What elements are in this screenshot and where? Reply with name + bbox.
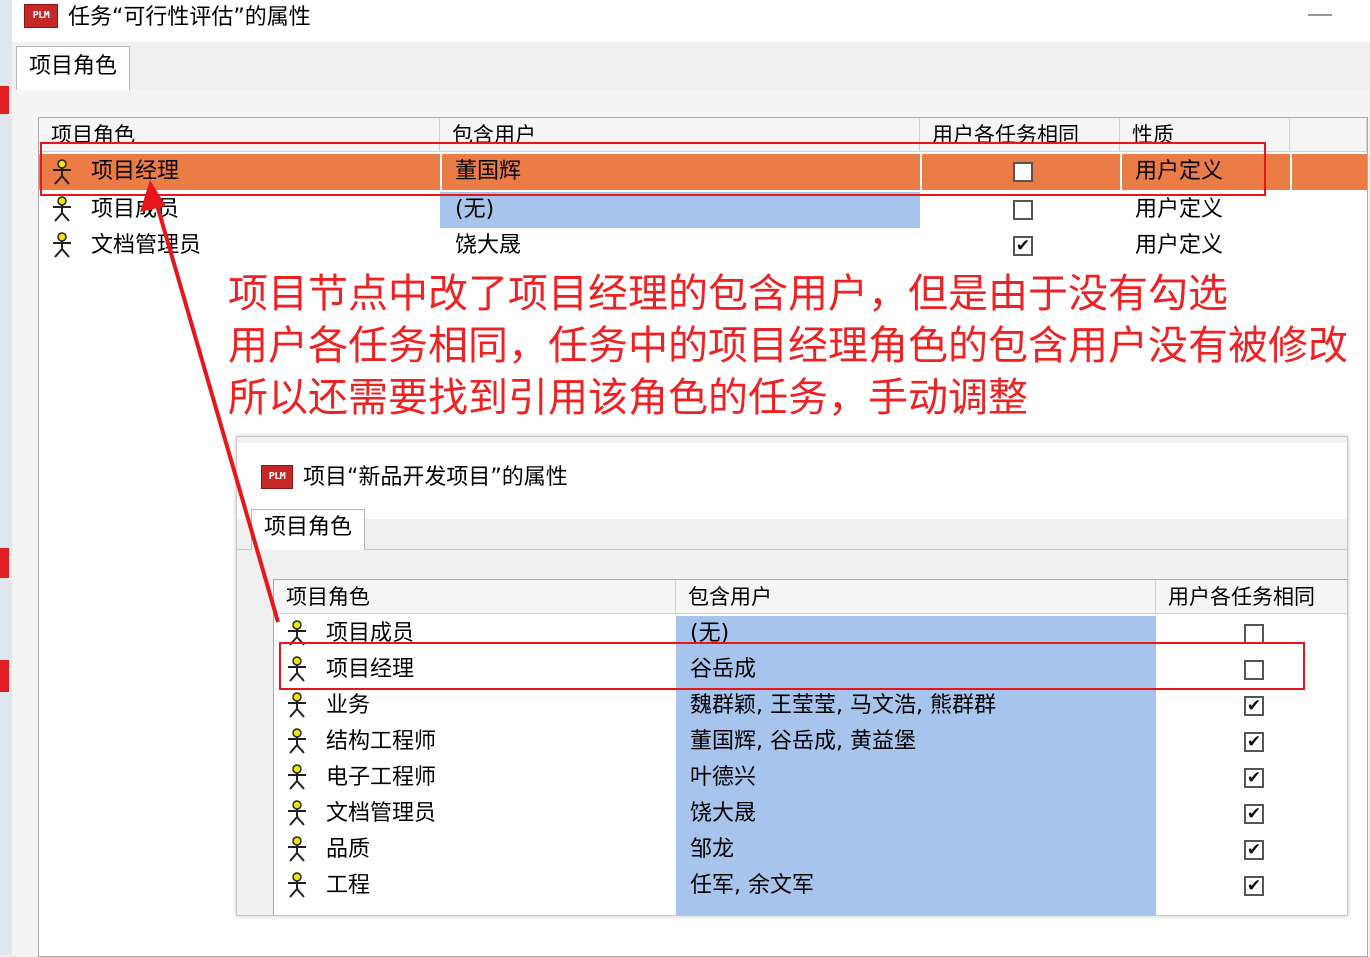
roles-table: 项目角色 包含用户 用户各任务相同 项目成员 (无) 项目经理 谷岳成 业务 魏… bbox=[273, 579, 1347, 915]
same-for-tasks-checkbox[interactable]: ✔ bbox=[1244, 696, 1264, 716]
highlight-box bbox=[279, 642, 1305, 690]
role-users: 董国辉, 谷岳成, 黄益堡 bbox=[690, 729, 916, 754]
annotation-line: 项目节点中改了项目经理的包含用户，但是由于没有勾选 bbox=[228, 271, 1228, 317]
person-icon bbox=[288, 836, 306, 862]
red-marker bbox=[0, 660, 9, 692]
plm-logo-icon: PLM bbox=[24, 4, 58, 28]
same-for-tasks-checkbox[interactable] bbox=[1244, 624, 1264, 644]
annotation-line: 用户各任务相同，任务中的项目经理角色的包含用户没有被修改 bbox=[228, 323, 1348, 369]
tab-bar bbox=[237, 519, 1347, 550]
person-icon bbox=[288, 728, 306, 754]
role-name: 文档管理员 bbox=[91, 233, 202, 258]
role-users: (无) bbox=[455, 197, 495, 222]
role-nature: 用户定义 bbox=[1135, 233, 1224, 258]
role-name: 工程 bbox=[326, 873, 371, 898]
tab-project-roles[interactable]: 项目角色 bbox=[16, 46, 131, 91]
same-for-tasks-checkbox[interactable]: ✔ bbox=[1244, 876, 1264, 896]
column-header-same-for-tasks[interactable]: 用户各任务相同 bbox=[1156, 580, 1347, 614]
role-name: 文档管理员 bbox=[326, 801, 437, 826]
red-marker bbox=[0, 86, 9, 114]
role-users: 饶大晟 bbox=[690, 801, 757, 826]
column-header-empty bbox=[1290, 118, 1367, 152]
role-name: 品质 bbox=[326, 837, 371, 862]
same-for-tasks-checkbox[interactable]: ✔ bbox=[1244, 768, 1264, 788]
role-name: 项目成员 bbox=[91, 197, 180, 222]
person-icon bbox=[53, 196, 71, 222]
window-title: 任务“可行性评估”的属性 bbox=[68, 5, 311, 30]
same-for-tasks-checkbox[interactable] bbox=[1013, 200, 1033, 220]
same-for-tasks-checkbox[interactable]: ✔ bbox=[1244, 804, 1264, 824]
same-for-tasks-checkbox[interactable]: ✔ bbox=[1013, 236, 1033, 256]
minimize-button[interactable] bbox=[1308, 14, 1332, 16]
person-icon bbox=[53, 232, 71, 258]
users-cell-bg bbox=[440, 192, 920, 228]
tab-project-roles[interactable]: 项目角色 bbox=[251, 509, 366, 550]
role-nature: 用户定义 bbox=[1135, 197, 1224, 222]
role-name: 结构工程师 bbox=[326, 729, 437, 754]
annotation-line: 所以还需要找到引用该角色的任务，手动调整 bbox=[228, 375, 1028, 421]
role-users: 叶德兴 bbox=[690, 765, 757, 790]
column-header-users[interactable]: 包含用户 bbox=[676, 580, 1156, 614]
column-divider bbox=[1290, 154, 1292, 190]
same-for-tasks-checkbox[interactable]: ✔ bbox=[1244, 732, 1264, 752]
window-title: 项目“新品开发项目”的属性 bbox=[303, 465, 568, 490]
person-icon bbox=[288, 872, 306, 898]
role-name: 电子工程师 bbox=[326, 765, 437, 790]
tab-bar bbox=[12, 42, 1370, 91]
column-header-role[interactable]: 项目角色 bbox=[274, 580, 676, 614]
person-icon bbox=[288, 800, 306, 826]
role-users: 邹龙 bbox=[690, 837, 735, 862]
same-for-tasks-checkbox[interactable]: ✔ bbox=[1244, 840, 1264, 860]
role-users: 任军, 余文军 bbox=[690, 873, 814, 898]
role-users: 饶大晟 bbox=[455, 233, 522, 258]
role-name: 业务 bbox=[326, 693, 371, 718]
plm-logo-icon: PLM bbox=[261, 465, 293, 489]
role-users: 魏群颖, 王莹莹, 马文浩, 熊群群 bbox=[690, 693, 996, 718]
highlight-box bbox=[40, 142, 1266, 196]
person-icon bbox=[288, 692, 306, 718]
person-icon bbox=[288, 764, 306, 790]
red-marker bbox=[0, 548, 9, 578]
